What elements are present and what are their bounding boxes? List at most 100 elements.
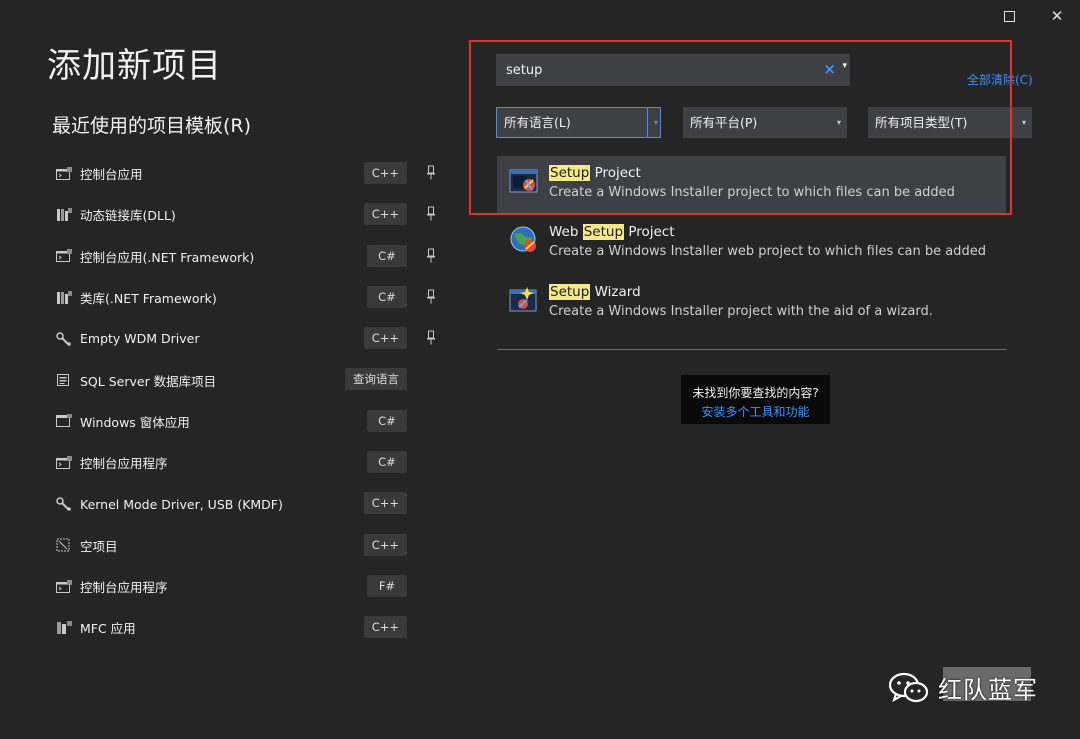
recent-template-item[interactable]: Windows 窗体应用 C# — [52, 401, 442, 442]
pin-icon[interactable] — [426, 206, 436, 222]
dll-icon — [55, 207, 73, 223]
recent-template-label: Empty WDM Driver — [80, 331, 200, 347]
search-match-highlight: Setup — [549, 284, 591, 300]
template-search-box[interactable]: × ▾ — [496, 54, 850, 86]
template-result-item[interactable]: Setup Wizard Create a Windows Installer p… — [497, 275, 1006, 333]
recent-template-item[interactable]: 空项目 C++ — [52, 525, 442, 566]
recent-template-item[interactable]: Empty WDM Driver C++ — [52, 318, 442, 359]
clear-all-link[interactable]: 全部清除(C) — [967, 71, 1033, 88]
language-tag: 查询语言 — [345, 368, 407, 391]
chevron-down-icon: ▾ — [836, 118, 841, 127]
recent-templates-heading: 最近使用的项目模板(R) — [52, 115, 252, 137]
watermark-text: 红队蓝军 — [938, 676, 1038, 704]
search-input[interactable] — [506, 61, 806, 79]
project-type-filter-dropdown[interactable]: 所有项目类型(T) ▾ — [868, 107, 1032, 138]
recent-template-item[interactable]: 控制台应用 C++ — [52, 153, 442, 194]
result-description: Create a Windows Installer project to wh… — [549, 185, 955, 200]
language-tag: C# — [367, 451, 407, 474]
result-description: Create a Windows Installer project with … — [549, 304, 933, 319]
not-found-box: 未找到你要查找的内容? 安装多个工具和功能 — [681, 375, 830, 424]
recent-template-label: 控制台应用程序 — [80, 456, 168, 472]
maximize-icon — [1003, 11, 1015, 22]
mfc-app-icon — [55, 620, 73, 636]
recent-template-label: 动态链接库(DLL) — [80, 208, 176, 224]
console-app-icon — [55, 166, 73, 182]
driver-icon — [55, 331, 73, 347]
recent-template-label: MFC 应用 — [80, 621, 136, 637]
wechat-icon — [888, 672, 929, 702]
recent-template-item[interactable]: 类库(.NET Framework) C# — [52, 277, 442, 318]
web-setup-project-icon — [509, 225, 539, 255]
empty-project-icon — [55, 537, 73, 553]
project-type-filter-label: 所有项目类型(T) — [875, 115, 968, 130]
language-tag: C# — [367, 285, 407, 308]
clear-icon[interactable]: × — [823, 60, 836, 78]
recent-template-label: 控制台应用程序 — [80, 580, 168, 596]
close-button[interactable]: ✕ — [1045, 6, 1069, 26]
recent-template-item[interactable]: 控制台应用(.NET Framework) C# — [52, 236, 442, 277]
class-library-icon — [55, 290, 73, 306]
chevron-down-icon: ▾ — [1021, 118, 1026, 127]
language-tag: C++ — [363, 616, 407, 639]
language-filter-label: 所有语言(L) — [504, 115, 571, 130]
console-app-icon — [55, 579, 73, 595]
recent-template-item[interactable]: 动态链接库(DLL) C++ — [52, 194, 442, 235]
pin-icon[interactable] — [426, 330, 436, 346]
recent-template-label: 控制台应用(.NET Framework) — [80, 249, 255, 265]
windows-form-icon — [55, 413, 73, 429]
results-divider — [497, 349, 1007, 350]
platform-filter-dropdown[interactable]: 所有平台(P) ▾ — [683, 107, 847, 138]
language-tag: C++ — [363, 533, 407, 556]
language-tag: F# — [367, 574, 407, 597]
result-title-suffix: Project — [624, 224, 675, 240]
platform-filter-label: 所有平台(P) — [690, 115, 758, 130]
close-icon: ✕ — [1050, 7, 1064, 25]
result-title-prefix: Web — [549, 224, 583, 240]
result-title-suffix: Project — [590, 165, 641, 181]
result-title: Setup Project — [549, 165, 641, 181]
dropdown-caret-icon[interactable]: ▾ — [842, 61, 847, 71]
recent-template-label: SQL Server 数据库项目 — [80, 373, 217, 389]
page-title: 添加新项目 — [47, 46, 222, 86]
not-found-question: 未找到你要查找的内容? — [692, 386, 819, 400]
console-app-icon — [55, 455, 73, 471]
result-title-suffix: Wizard — [590, 284, 641, 300]
language-tag: C# — [367, 409, 407, 432]
recent-template-label: 类库(.NET Framework) — [80, 291, 217, 307]
install-more-tools-link[interactable]: 安装多个工具和功能 — [681, 403, 830, 420]
console-app-icon — [55, 248, 73, 264]
recent-template-label: 空项目 — [80, 538, 118, 554]
search-match-highlight: Setup — [582, 224, 625, 240]
setup-wizard-icon — [509, 285, 539, 315]
recent-template-item[interactable]: SQL Server 数据库项目 查询语言 — [52, 359, 442, 400]
recent-template-item[interactable]: 控制台应用程序 C# — [52, 442, 442, 483]
recent-templates-list: 控制台应用 C++ 动态链接库(DLL) C++ 控制台应用(.NET Framewor… — [52, 153, 442, 649]
template-result-item[interactable]: Web Setup Project Create a Windows Instal… — [497, 215, 1006, 273]
recent-template-item[interactable]: Kernel Mode Driver, USB (KMDF) C++ — [52, 483, 442, 524]
language-tag: C# — [367, 244, 407, 267]
pin-icon[interactable] — [426, 165, 436, 181]
language-tag: C++ — [363, 492, 407, 515]
maximize-button[interactable] — [997, 6, 1021, 26]
template-result-item[interactable]: Setup Project Create a Windows Installer … — [497, 156, 1006, 214]
recent-template-item[interactable]: 控制台应用程序 F# — [52, 566, 442, 607]
pin-icon[interactable] — [426, 248, 436, 264]
recent-template-label: Windows 窗体应用 — [80, 414, 190, 430]
database-project-icon — [55, 372, 73, 388]
driver-icon — [55, 496, 73, 512]
result-title: Setup Wizard — [549, 284, 641, 300]
language-filter-toggle[interactable]: ▾ — [647, 108, 660, 137]
search-match-highlight: Setup — [549, 165, 591, 181]
language-tag: C++ — [363, 203, 407, 226]
result-title: Web Setup Project — [549, 224, 675, 240]
recent-template-item[interactable]: MFC 应用 C++ — [52, 607, 442, 648]
pin-icon[interactable] — [426, 289, 436, 305]
watermark: 红队蓝军 — [888, 670, 1038, 705]
recent-template-label: 控制台应用 — [80, 167, 143, 183]
result-description: Create a Windows Installer web project t… — [549, 244, 986, 259]
chevron-down-icon: ▾ — [653, 118, 658, 127]
language-filter-dropdown[interactable]: 所有语言(L) ▾ — [496, 107, 661, 138]
language-tag: C++ — [363, 162, 407, 184]
language-tag: C++ — [363, 327, 407, 350]
recent-template-label: Kernel Mode Driver, USB (KMDF) — [80, 496, 283, 512]
